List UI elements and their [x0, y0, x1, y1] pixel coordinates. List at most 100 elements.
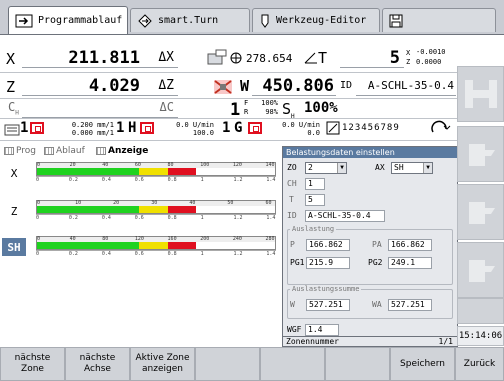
tick-label: 0.4	[101, 215, 111, 221]
wa-field[interactable]: 527.251	[388, 299, 432, 311]
tick-label: 0.2	[68, 251, 78, 257]
view-ablauf-toggle[interactable]: Ablauf	[44, 146, 85, 156]
tab-werkzeug-editor[interactable]: Werkzeug-Editor	[252, 8, 380, 32]
chevron-down-icon: ▼	[337, 163, 346, 173]
tick-label: 1.2	[233, 215, 243, 221]
zurueck-button[interactable]: Zurück	[455, 347, 504, 381]
z-corr-label: Z	[406, 58, 411, 66]
tab-label: Werkzeug-Editor	[276, 15, 367, 26]
angle-symbol-icon	[304, 52, 317, 64]
tick-label: 40	[102, 162, 109, 168]
load-bar-bottom-scale: 0 0.2 0.4 0.6 0.8 1 1.2 1.4	[36, 250, 276, 258]
axis-z-value: 4.029	[88, 76, 140, 96]
load-bar-top-scale: 0 40 80 120 160 200 240 280	[37, 236, 275, 242]
ch-field[interactable]: 1	[305, 178, 325, 190]
tick-label: 0	[37, 162, 41, 168]
tick-label: 140	[265, 162, 275, 168]
pg1-label: PG1	[290, 258, 305, 267]
tick-label: 0.6	[134, 177, 144, 183]
g-values: 0.0 U/min 0.0	[282, 121, 320, 137]
view-prog-toggle[interactable]: Prog	[4, 146, 36, 156]
naechste-achse-button[interactable]: nächste Achse	[65, 347, 130, 381]
tool-t-label: T	[318, 49, 328, 67]
tab-programmablauf[interactable]: Programmablauf	[8, 6, 128, 34]
tick-label: 10	[75, 200, 82, 206]
axis-c-label: CH	[8, 100, 19, 117]
h-label: H	[128, 120, 137, 136]
dialog-footer-text: Zonennummer	[286, 337, 339, 346]
pg2-field[interactable]: 249.1	[388, 257, 432, 269]
channel-num: 1	[20, 120, 29, 136]
z-corr-value: 0.0000	[416, 58, 442, 66]
load-bar-segment	[196, 168, 275, 175]
tick-label: 20	[69, 162, 76, 168]
tick-label: 1	[200, 177, 204, 183]
lathe-tool-icon	[468, 202, 495, 224]
p-label: P	[290, 240, 295, 249]
override-block: F 100% R 98%	[244, 99, 278, 116]
view-anzeige-toggle[interactable]: Anzeige	[96, 146, 148, 156]
tick-label: 0.8	[167, 177, 177, 183]
zo-select[interactable]: 2 ▼	[305, 162, 347, 174]
tick-label: 200	[200, 236, 210, 242]
axis-x-dist-label: ΔX	[158, 50, 174, 65]
load-data-dialog: Belastungsdaten einstellen ZO 2 ▼ AX SH ▼ …	[282, 146, 458, 346]
channel-status-box	[30, 122, 44, 137]
load-bar-label: X	[10, 166, 18, 180]
grid-icon	[4, 147, 14, 155]
t-field[interactable]: 5	[305, 194, 325, 206]
channel-icon	[4, 124, 20, 136]
tab-smart-turn[interactable]: smart.Turn	[130, 8, 250, 32]
tick-label: 50	[227, 200, 234, 206]
tick-label: 1	[200, 215, 204, 221]
auslastung-title: Auslastung	[290, 225, 337, 233]
tool-angle: 278.654	[246, 52, 293, 65]
ax-select[interactable]: SH ▼	[391, 162, 433, 174]
naechste-zone-button[interactable]: nächste Zone	[0, 347, 65, 381]
tick-label: 0.8	[167, 251, 177, 257]
softkey-empty-5[interactable]	[260, 347, 325, 381]
ch-label: CH	[287, 179, 297, 188]
tool-id-value: A-SCHL-35-0.4	[367, 79, 454, 92]
id-label: ID	[287, 211, 297, 220]
tool-t-field: 5	[340, 48, 404, 68]
chevron-down-icon: ▼	[423, 163, 432, 173]
w-field[interactable]: 527.251	[306, 299, 350, 311]
load-bar-segment	[139, 206, 168, 213]
aktive-zone-button[interactable]: Aktive Zone anzeigen	[130, 347, 195, 381]
tick-label: 0.2	[68, 215, 78, 221]
speichern-button[interactable]: Speichern	[390, 347, 455, 381]
axis-z-dist-label: ΔZ	[158, 78, 174, 93]
tab-label: smart.Turn	[158, 15, 219, 26]
axis-x-value: 211.811	[68, 48, 140, 68]
empty-softkey[interactable]	[457, 298, 504, 324]
tick-label: 120	[134, 236, 144, 242]
tool-softkey-2[interactable]	[457, 184, 504, 240]
wgf-field[interactable]: 1.4	[305, 324, 339, 336]
tool-softkey-3[interactable]	[457, 242, 504, 298]
lathe-tool-icon	[468, 260, 495, 282]
id-field[interactable]: A-SCHL-35-0.4	[305, 210, 385, 222]
cycle-arrow-icon	[431, 120, 451, 133]
spindle-s-value: 100%	[304, 100, 338, 116]
grid-icon	[44, 147, 54, 155]
softkey-empty-6[interactable]	[325, 347, 390, 381]
machine-view-softkey[interactable]	[457, 66, 504, 122]
load-bar-label: Z	[10, 204, 18, 218]
tool-softkey-1[interactable]	[457, 126, 504, 182]
axis-c-field: ΔC	[22, 100, 178, 118]
load-bar-top-scale: 0 10 20 30 40 50 60	[37, 200, 275, 206]
load-bar-bottom-scale: 0 0.2 0.4 0.6 0.8 1 1.2 1.4	[36, 176, 276, 184]
clock: 15:14:06	[457, 326, 504, 346]
ax-label: AX	[375, 163, 385, 172]
tick-label: 0	[36, 215, 40, 221]
x-corr-value: -0.0010	[416, 48, 446, 56]
wa-label: WA	[372, 300, 382, 309]
tick-label: 1.4	[266, 251, 276, 257]
tick-label: 0	[36, 251, 40, 257]
softkey-empty-4[interactable]	[195, 347, 260, 381]
p-field[interactable]: 166.862	[306, 239, 350, 251]
pg1-field[interactable]: 215.9	[306, 257, 350, 269]
pa-field[interactable]: 166.862	[388, 239, 432, 251]
tab-save[interactable]	[382, 8, 496, 32]
